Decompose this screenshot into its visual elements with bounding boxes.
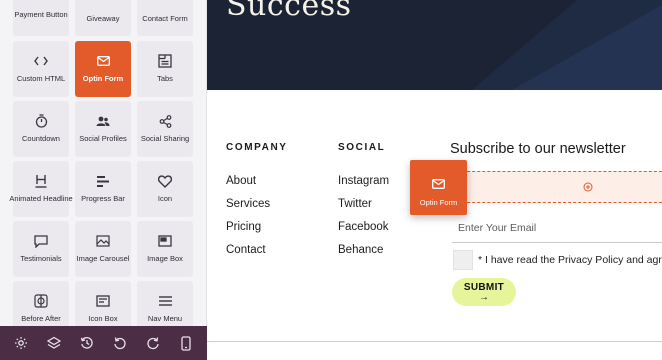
layers-icon xyxy=(46,336,61,349)
image-box-icon xyxy=(157,233,173,249)
icon-box-icon xyxy=(95,293,111,309)
newsletter-title: Subscribe to our newsletter xyxy=(450,141,626,157)
block-before-after[interactable]: Before After xyxy=(13,281,69,326)
before-after-icon xyxy=(33,293,49,309)
code-icon xyxy=(33,53,49,69)
privacy-checkbox[interactable] xyxy=(453,250,473,270)
mobile-preview-icon xyxy=(181,335,192,351)
block-grid: Payment Button Giveaway Contact Form Cus… xyxy=(0,0,207,326)
users-icon xyxy=(95,113,111,129)
block-icon-box[interactable]: Icon Box xyxy=(75,281,131,326)
arrow-right-icon: → xyxy=(479,292,489,303)
footer-link-pricing[interactable]: Pricing xyxy=(226,221,261,233)
block-payment-button[interactable]: Payment Button xyxy=(13,0,69,36)
block-optin-form[interactable]: Optin Form xyxy=(75,41,131,97)
hero-decorative-shape xyxy=(472,0,662,90)
layers-button[interactable] xyxy=(43,332,65,354)
drop-zone[interactable] xyxy=(452,171,662,203)
footer-link-instagram[interactable]: Instagram xyxy=(338,175,389,187)
contact-form-icon xyxy=(157,0,173,10)
hero-title: Success xyxy=(226,0,352,23)
block-image-carousel[interactable]: Image Carousel xyxy=(75,221,131,277)
block-nav-menu[interactable]: Nav Menu xyxy=(137,281,193,326)
footer-link-services[interactable]: Services xyxy=(226,198,270,210)
block-icon[interactable]: Icon xyxy=(137,161,193,217)
builder-toolbar xyxy=(0,326,207,360)
footer-link-facebook[interactable]: Facebook xyxy=(338,221,389,233)
block-social-profiles[interactable]: Social Profiles xyxy=(75,101,131,157)
redo-button[interactable] xyxy=(142,332,164,354)
drop-plus-icon xyxy=(583,182,593,192)
drag-ghost-label: Optin Form xyxy=(419,198,458,207)
consent-label: * I have read the Privacy Policy and agr… xyxy=(478,254,662,266)
giveaway-icon xyxy=(95,0,111,10)
heart-icon xyxy=(157,173,173,189)
block-progress-bar[interactable]: Progress Bar xyxy=(75,161,131,217)
block-image-box[interactable]: Image Box xyxy=(137,221,193,277)
divider xyxy=(207,341,662,342)
progress-bar-icon xyxy=(95,173,111,189)
history-icon xyxy=(80,336,93,349)
block-giveaway[interactable]: Giveaway xyxy=(75,0,131,36)
footer-link-contact[interactable]: Contact xyxy=(226,244,266,256)
footer-link-twitter[interactable]: Twitter xyxy=(338,198,372,210)
settings-button[interactable] xyxy=(10,332,32,354)
mobile-preview-button[interactable] xyxy=(175,332,197,354)
redo-icon xyxy=(147,337,159,350)
block-countdown[interactable]: Countdown xyxy=(13,101,69,157)
block-contact-form[interactable]: Contact Form xyxy=(137,0,193,36)
stopwatch-icon xyxy=(33,113,49,129)
tabs-icon xyxy=(157,53,173,69)
envelope-icon xyxy=(95,53,111,69)
footer-link-about[interactable]: About xyxy=(226,175,256,187)
speech-bubble-icon xyxy=(33,233,49,249)
block-testimonials[interactable]: Testimonials xyxy=(13,221,69,277)
email-input[interactable] xyxy=(452,213,662,243)
dragging-optin-form-block[interactable]: Optin Form xyxy=(410,160,467,215)
hero-section: Success xyxy=(207,0,662,90)
payment-button-icon xyxy=(33,0,49,10)
undo-icon xyxy=(114,337,126,350)
block-tabs[interactable]: Tabs xyxy=(137,41,193,97)
hamburger-icon xyxy=(157,293,173,309)
history-button[interactable] xyxy=(76,332,98,354)
social-heading: SOCIAL xyxy=(338,142,386,153)
settings-icon xyxy=(14,337,27,349)
block-sidebar: Payment Button Giveaway Contact Form Cus… xyxy=(0,0,207,360)
undo-button[interactable] xyxy=(109,332,131,354)
block-social-sharing[interactable]: Social Sharing xyxy=(137,101,193,157)
company-heading: COMPANY xyxy=(226,142,288,153)
share-icon xyxy=(157,113,173,129)
heading-icon xyxy=(33,173,49,189)
envelope-icon xyxy=(431,177,447,191)
footer-link-behance[interactable]: Behance xyxy=(338,244,383,256)
block-animated-headline[interactable]: Animated Headline xyxy=(9,161,73,217)
submit-button[interactable]: SUBMIT → xyxy=(452,278,516,306)
block-custom-html[interactable]: Custom HTML xyxy=(13,41,69,97)
image-icon xyxy=(95,233,111,249)
